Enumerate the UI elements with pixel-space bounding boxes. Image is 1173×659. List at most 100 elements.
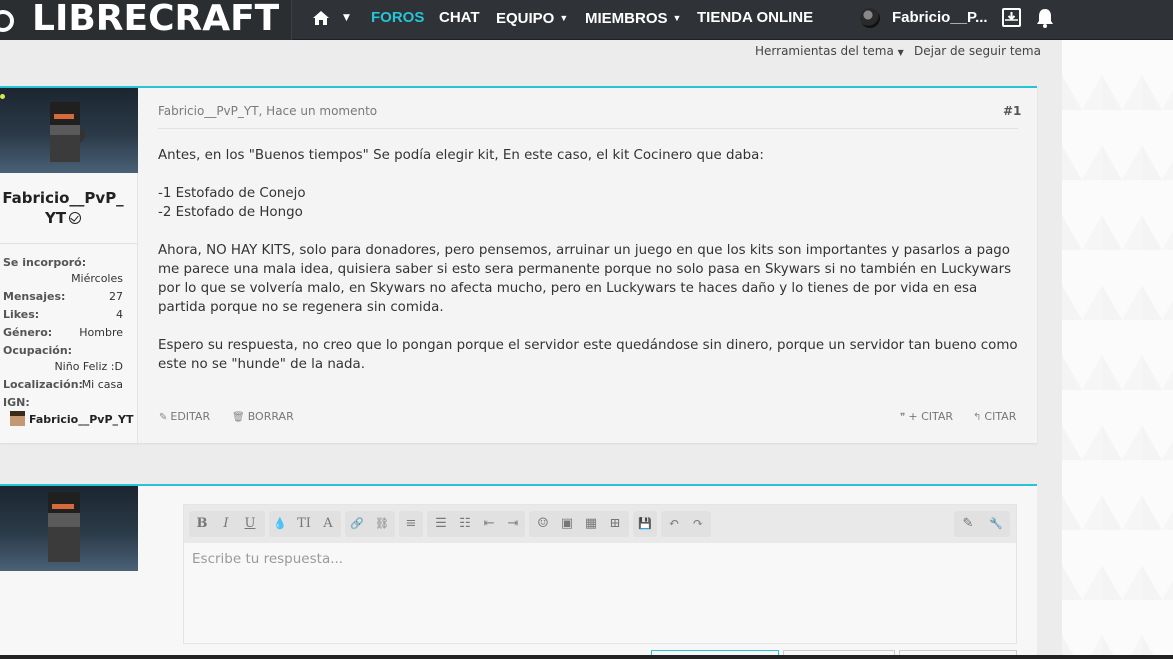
- font-size-button[interactable]: TI: [292, 511, 316, 537]
- username-line-1: Fabricio__PvP_: [2, 189, 124, 207]
- trash-icon: 🗑: [232, 412, 245, 423]
- post-author-name[interactable]: Fabricio__PvP_ YT: [0, 188, 126, 228]
- logo-text: LIBRECRAFT: [32, 0, 280, 39]
- background-pattern: [1062, 40, 1173, 659]
- bold-button[interactable]: B: [190, 511, 214, 537]
- align-button[interactable]: ≡: [399, 511, 423, 537]
- nav-item-miembros[interactable]: MIEMBROS ▼: [585, 0, 681, 36]
- font-family-button[interactable]: A: [316, 511, 340, 537]
- quote-button[interactable]: ↰ CITAR: [973, 410, 1016, 426]
- info-key: Se incorporó:: [3, 256, 87, 269]
- quote-icon: ❞: [900, 412, 906, 423]
- multiquote-button[interactable]: ❞ + CITAR: [900, 410, 953, 426]
- smilie-button[interactable]: ☺: [531, 511, 555, 537]
- numbered-list-button[interactable]: ☷: [453, 511, 477, 537]
- media-button[interactable]: ▦: [579, 511, 603, 537]
- info-value: Niño Feliz :D: [54, 360, 123, 373]
- info-value[interactable]: 27: [109, 289, 123, 305]
- redo-button[interactable]: ↷: [686, 511, 710, 537]
- italic-button[interactable]: I: [214, 511, 238, 537]
- avatar-figure: [50, 102, 80, 162]
- image-button[interactable]: ▣: [555, 511, 579, 537]
- ign-value: Fabricio__PvP_YT: [10, 411, 133, 429]
- nav-item-label: TIENDA ONLINE: [697, 9, 814, 26]
- info-row-likes: Likes: 4: [3, 307, 123, 323]
- username-line-2: YT: [44, 209, 67, 227]
- avatar-detail: [54, 114, 74, 119]
- avatar-figure: [48, 492, 80, 562]
- reply-placeholder: Escribe tu respuesta...: [192, 551, 344, 567]
- bbcode-toggle-button[interactable]: 🔧: [984, 511, 1008, 537]
- nav-item-tienda-online[interactable]: TIENDA ONLINE: [697, 0, 813, 36]
- link-button[interactable]: 🔗: [345, 511, 369, 537]
- user-menu-name[interactable]: Fabricio__P...: [892, 0, 988, 36]
- info-row-gender: Género: Hombre: [3, 325, 123, 341]
- home-dropdown-caret[interactable]: ▼: [343, 0, 350, 36]
- user-avatar[interactable]: [860, 8, 880, 28]
- thread-tools-dropdown[interactable]: Herramientas del tema ▼: [755, 44, 904, 60]
- info-row-ign: IGN:: [3, 395, 123, 411]
- info-key: Localización:: [3, 378, 83, 391]
- avatar-detail: [52, 504, 74, 509]
- avatar[interactable]: [0, 88, 138, 173]
- info-key: Likes:: [3, 308, 40, 321]
- info-value: Miércoles: [71, 272, 123, 285]
- divider: [158, 128, 1018, 129]
- minecraft-head-icon: [10, 411, 25, 426]
- unlink-button[interactable]: ⛓: [370, 511, 394, 537]
- editor-toolbar: B I U 💧 TI A 🔗 ⛓ ≡ ☰ ☷ ⇤ ⇥ ☺ ▣ ▦ ⊞ 💾 ↶ ↷…: [184, 505, 1016, 543]
- multiquote-label: + CITAR: [908, 410, 954, 423]
- color-button[interactable]: 💧: [268, 511, 292, 537]
- post-meta[interactable]: Fabricio__PvP_YT, Hace un momento: [158, 104, 377, 118]
- thread-tools-label: Herramientas del tema: [755, 44, 894, 58]
- outdent-button[interactable]: ⇤: [477, 511, 501, 537]
- home-icon[interactable]: [312, 10, 330, 26]
- quote-label: CITAR: [984, 410, 1017, 423]
- chevron-down-icon: ▼: [897, 48, 904, 57]
- post-permalink[interactable]: #1: [1003, 104, 1021, 118]
- indent-button[interactable]: ⇥: [501, 511, 525, 537]
- logo[interactable]: LIBRECRAFT: [0, 0, 292, 40]
- nav-item-foros[interactable]: FOROS: [371, 0, 424, 36]
- nav-item-chat[interactable]: CHAT: [439, 0, 480, 36]
- reply-arrow-icon: ↰: [973, 412, 982, 423]
- unfollow-thread-link[interactable]: Dejar de seguir tema: [914, 44, 1041, 60]
- delete-label: BORRAR: [247, 410, 294, 423]
- insert-more-button[interactable]: ⊞: [603, 511, 627, 537]
- reply-editor: B I U 💧 TI A 🔗 ⛓ ≡ ☰ ☷ ⇤ ⇥ ☺ ▣ ▦ ⊞ 💾 ↶ ↷…: [183, 504, 1017, 644]
- post-paragraph: Ahora, NO HAY KITS, solo para donadores,…: [158, 243, 1012, 315]
- quick-reply-card: B I U 💧 TI A 🔗 ⛓ ≡ ☰ ☷ ⇤ ⇥ ☺ ▣ ▦ ⊞ 💾 ↶ ↷…: [0, 484, 1037, 659]
- divider: [0, 243, 138, 244]
- remove-format-button[interactable]: ✎: [956, 511, 980, 537]
- post-paragraph: Espero su respuesta, no creo que lo pong…: [158, 338, 1018, 372]
- post-paragraph: Antes, en los "Buenos tiempos" Se podía …: [158, 148, 764, 163]
- post-card: Fabricio__PvP_ YT Se incorporó: Miércole…: [0, 86, 1037, 443]
- chevron-down-icon: ▼: [672, 13, 682, 23]
- info-value: Hombre: [79, 326, 123, 339]
- save-draft-button[interactable]: 💾: [633, 511, 657, 537]
- info-row-occupation: Ocupación:: [3, 343, 123, 359]
- chevron-down-icon: ▼: [559, 13, 569, 23]
- info-key: Ocupación:: [3, 344, 73, 357]
- delete-button[interactable]: 🗑 BORRAR: [232, 410, 294, 426]
- pencil-icon: ✎: [159, 412, 168, 423]
- verified-icon: [69, 212, 82, 224]
- avatar[interactable]: [0, 486, 138, 571]
- bullet-list-button[interactable]: ☰: [429, 511, 453, 537]
- nav-item-label: EQUIPO: [496, 10, 555, 27]
- nav-item-equipo[interactable]: EQUIPO ▼: [496, 0, 568, 36]
- info-key: Mensajes:: [3, 290, 66, 303]
- edit-button[interactable]: ✎ EDITAR: [159, 410, 210, 426]
- nav-item-label: MIEMBROS: [585, 10, 668, 27]
- underline-button[interactable]: U: [238, 511, 262, 537]
- undo-button[interactable]: ↶: [662, 511, 686, 537]
- bell-icon[interactable]: [1034, 7, 1056, 29]
- info-key: IGN:: [3, 396, 30, 409]
- inbox-icon[interactable]: [1002, 8, 1021, 27]
- nav-item-label: FOROS: [371, 9, 425, 26]
- info-value: Mi casa: [81, 378, 123, 391]
- info-row-messages: Mensajes: 27: [3, 289, 123, 305]
- info-value: 4: [116, 308, 123, 321]
